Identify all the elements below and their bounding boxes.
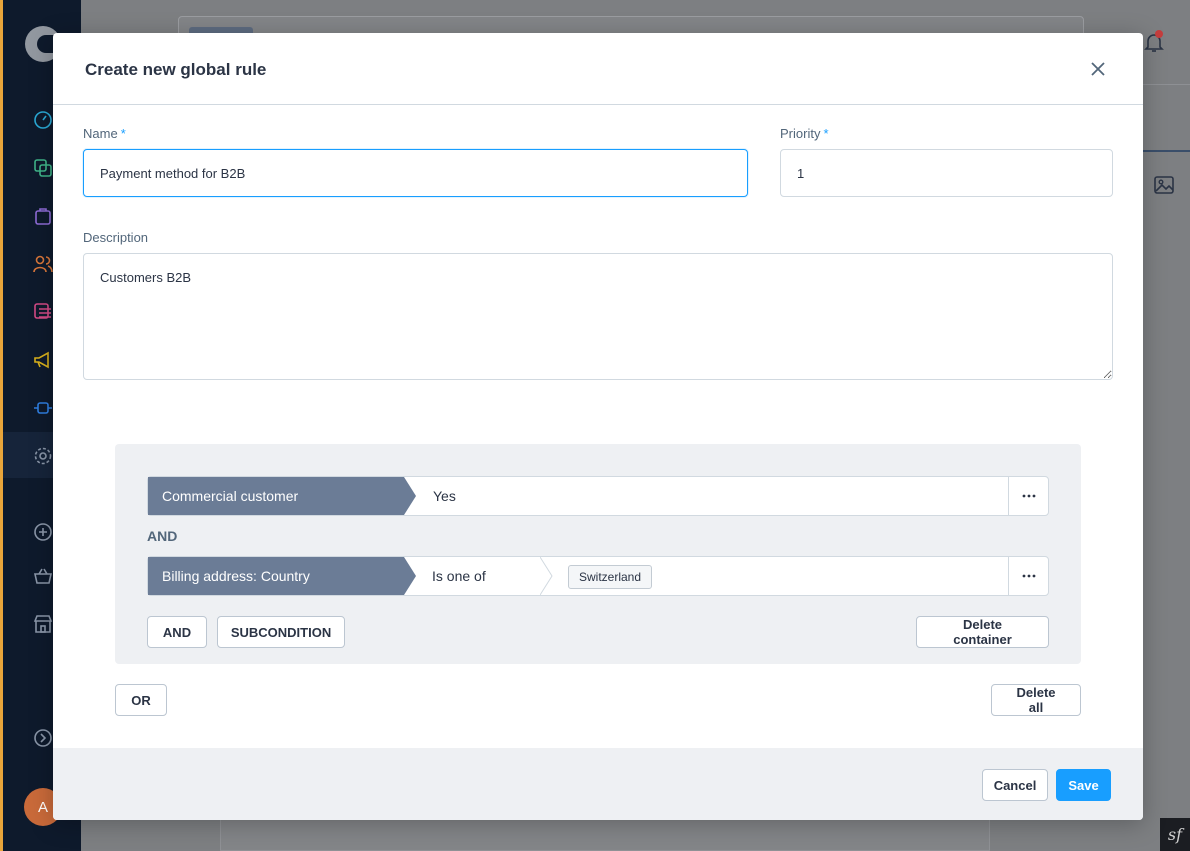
condition-type-select[interactable]: Commercial customer xyxy=(148,477,416,515)
description-label: Description xyxy=(83,230,149,245)
condition-operator-select[interactable]: Is one of xyxy=(406,557,552,595)
cancel-button[interactable]: Cancel xyxy=(982,769,1048,801)
condition-type-select[interactable]: Billing address: Country xyxy=(148,557,416,595)
operator-separator xyxy=(540,557,553,595)
catalogue-icon[interactable] xyxy=(33,158,53,178)
marketing-icon[interactable] xyxy=(33,350,53,370)
content-icon[interactable] xyxy=(33,302,53,322)
delete-container-button[interactable]: Delete container xyxy=(916,616,1049,648)
storefront-icon[interactable] xyxy=(33,614,53,634)
priority-label: Priority * xyxy=(780,126,829,141)
more-icon[interactable] xyxy=(1008,557,1048,595)
dashboard-icon[interactable] xyxy=(33,110,53,130)
symfony-toolbar-icon[interactable]: sf xyxy=(1160,818,1190,851)
priority-label-text: Priority xyxy=(780,126,821,141)
image-icon[interactable] xyxy=(1153,174,1175,196)
add-subcondition-button[interactable]: SUBCONDITION xyxy=(217,616,345,648)
modal-title: Create new global rule xyxy=(85,60,267,79)
condition-container: Commercial customer Yes AND Billing addr… xyxy=(115,444,1081,664)
customers-icon[interactable] xyxy=(33,254,53,274)
condition-row-billing-country: Billing address: Country Is one of Switz… xyxy=(147,556,1049,596)
add-icon[interactable] xyxy=(33,522,53,542)
modal-footer: Cancel Save xyxy=(53,748,1143,820)
notification-dot xyxy=(1155,30,1163,38)
extensions-icon[interactable] xyxy=(33,398,53,418)
background-tab-indicator xyxy=(1143,150,1190,152)
more-icon[interactable] xyxy=(1008,477,1048,515)
name-input[interactable] xyxy=(83,149,748,197)
expand-sidebar-icon[interactable] xyxy=(33,728,53,748)
name-label: Name * xyxy=(83,126,126,141)
condition-row-commercial-customer: Commercial customer Yes xyxy=(147,476,1049,516)
and-connector-label: AND xyxy=(147,528,178,544)
condition-value-select[interactable]: Yes xyxy=(433,477,456,515)
basket-icon[interactable] xyxy=(33,566,53,586)
name-label-text: Name xyxy=(83,126,118,141)
create-rule-modal: Create new global rule Name* Priority* D… xyxy=(53,33,1143,820)
required-mark: * xyxy=(823,126,829,141)
priority-input[interactable] xyxy=(780,149,1113,197)
add-or-condition-button[interactable]: OR xyxy=(115,684,167,716)
close-icon[interactable] xyxy=(1087,58,1109,80)
save-button[interactable]: Save xyxy=(1056,769,1111,801)
orders-icon[interactable] xyxy=(33,206,53,226)
country-tag[interactable]: Switzerland xyxy=(568,565,653,589)
add-and-condition-button[interactable]: AND xyxy=(147,616,207,648)
modal-header: Create new global rule xyxy=(53,33,1143,105)
description-textarea[interactable]: Customers B2B xyxy=(83,253,1113,380)
settings-icon[interactable] xyxy=(33,446,53,466)
delete-all-button[interactable]: Delete all xyxy=(991,684,1081,716)
required-mark: * xyxy=(120,126,126,141)
